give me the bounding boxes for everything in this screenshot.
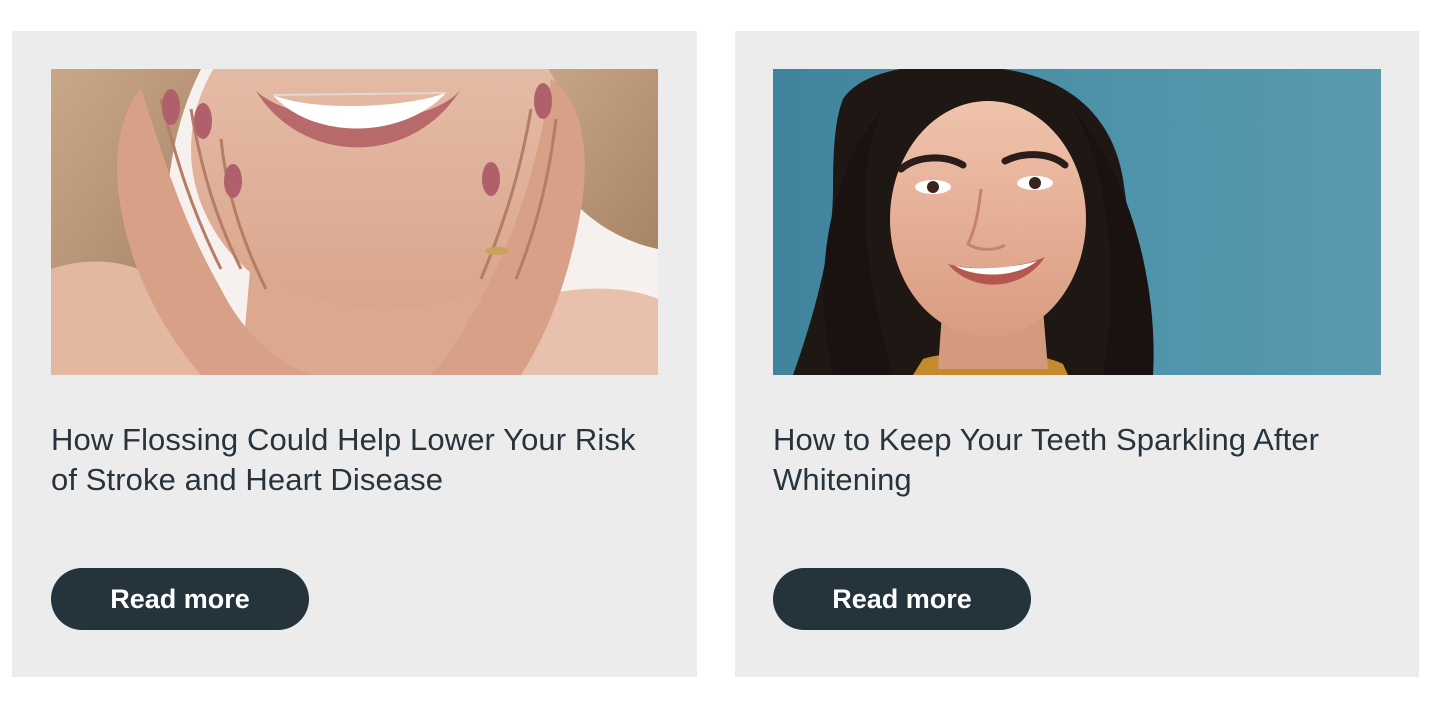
- smiling-older-woman-photo: [51, 69, 658, 375]
- article-card-list: How Flossing Could Help Lower Your Risk …: [0, 0, 1440, 726]
- read-more-button[interactable]: Read more: [773, 568, 1031, 630]
- smiling-young-woman-photo: [773, 69, 1381, 375]
- article-thumbnail[interactable]: [773, 69, 1381, 375]
- article-thumbnail[interactable]: [51, 69, 658, 375]
- article-card: How Flossing Could Help Lower Your Risk …: [12, 31, 697, 677]
- article-title[interactable]: How to Keep Your Teeth Sparkling After W…: [773, 420, 1373, 500]
- article-title[interactable]: How Flossing Could Help Lower Your Risk …: [51, 420, 651, 500]
- article-card: How to Keep Your Teeth Sparkling After W…: [735, 31, 1419, 677]
- read-more-button[interactable]: Read more: [51, 568, 309, 630]
